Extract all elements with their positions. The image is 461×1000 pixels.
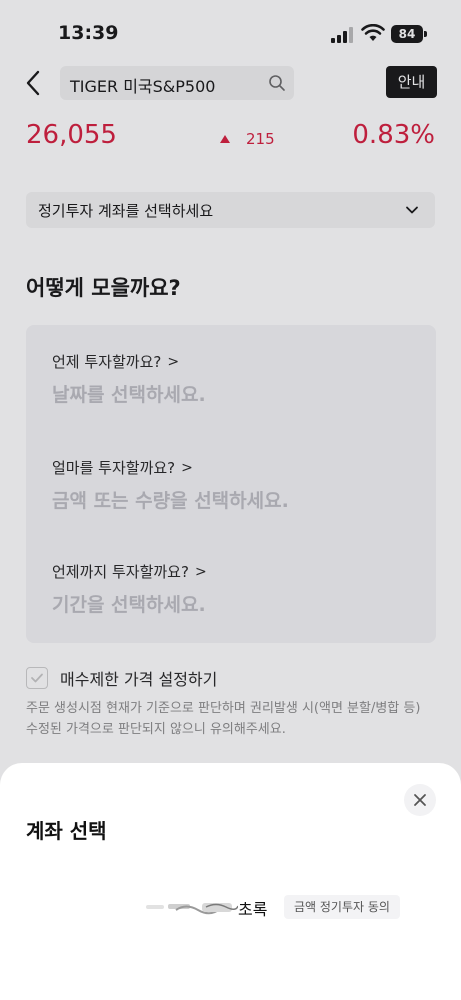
account-select-sheet: 계좌 선택 초록 금액 정기투자 동의 [0, 763, 461, 1000]
account-badge: 금액 정기투자 동의 [284, 895, 400, 919]
masked-account-number [146, 903, 238, 915]
close-button[interactable] [404, 784, 436, 816]
account-option[interactable]: 초록 금액 정기투자 동의 [140, 891, 420, 923]
account-name: 초록 [238, 900, 268, 919]
close-icon [414, 794, 426, 806]
sheet-title: 계좌 선택 [26, 819, 107, 843]
